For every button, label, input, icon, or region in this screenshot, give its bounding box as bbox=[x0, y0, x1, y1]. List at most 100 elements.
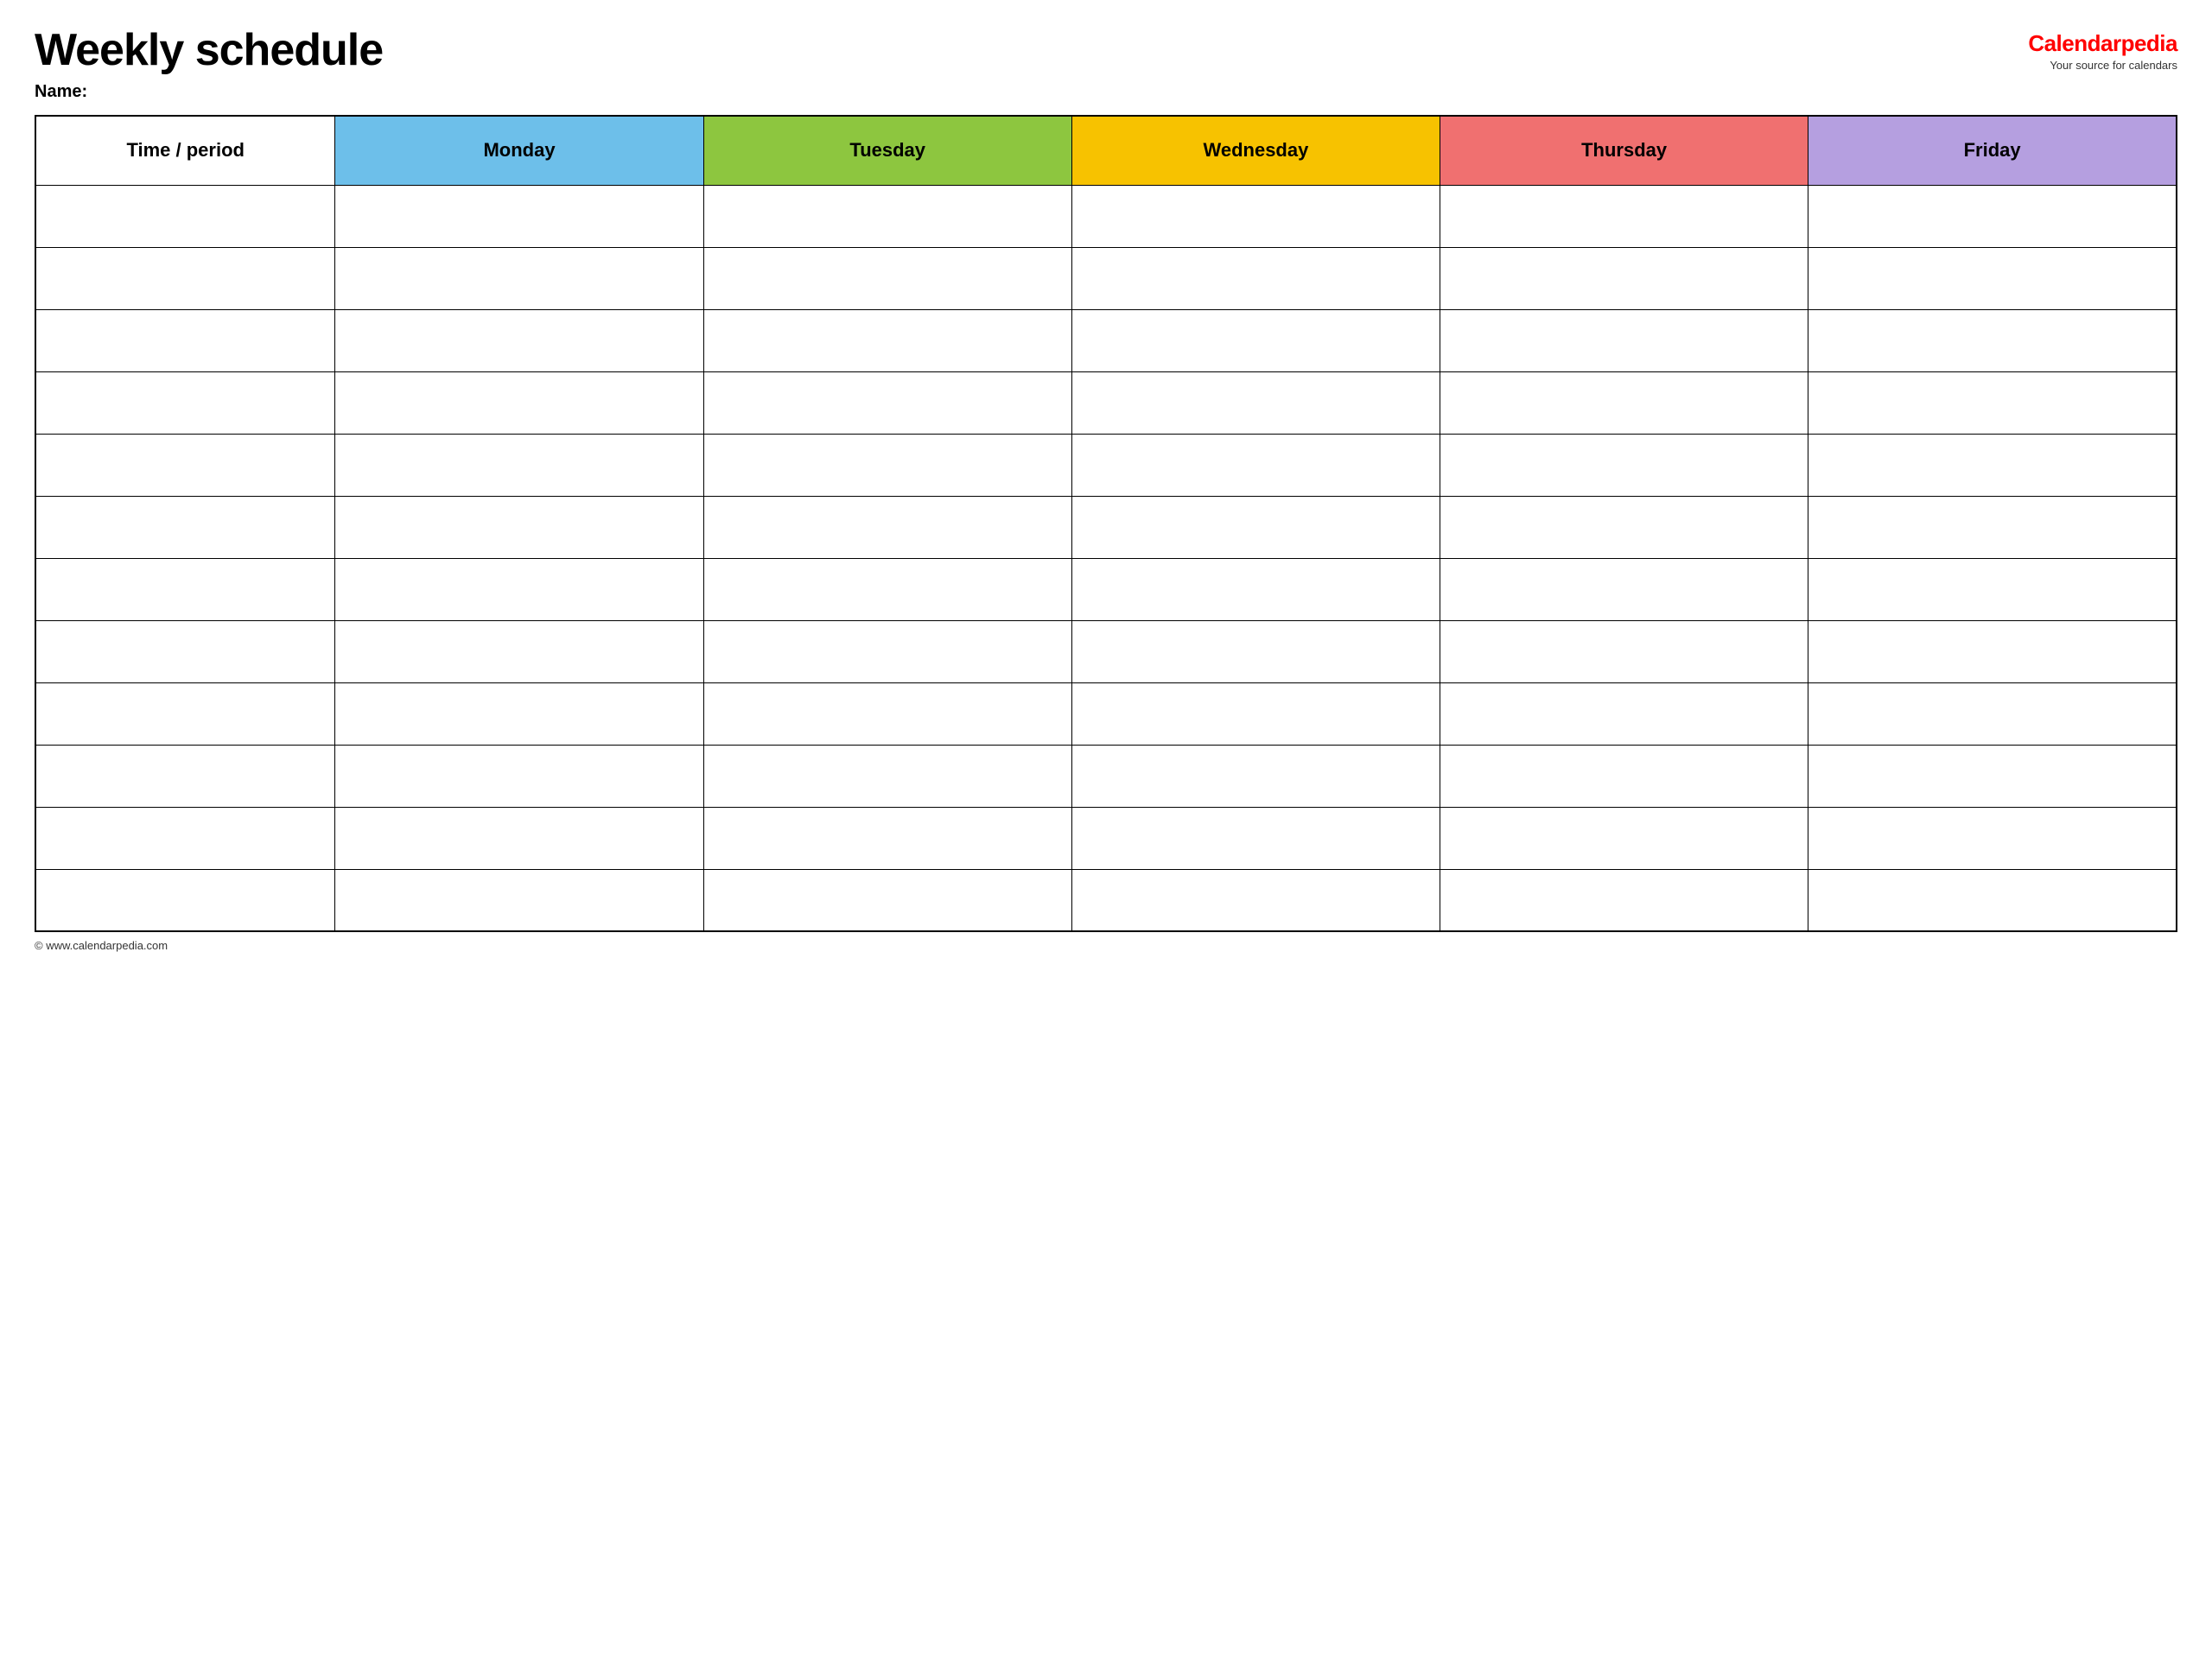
table-cell[interactable] bbox=[35, 434, 335, 496]
logo-text: Calendarpedia bbox=[2028, 30, 2177, 57]
table-cell[interactable] bbox=[703, 371, 1071, 434]
logo-section: Calendarpedia Your source for calendars bbox=[2028, 26, 2177, 72]
page-title: Weekly schedule bbox=[35, 26, 383, 75]
logo-black-text: Calendar bbox=[2028, 30, 2120, 56]
name-label: Name: bbox=[35, 82, 383, 102]
logo-red-text: pedia bbox=[2121, 30, 2177, 56]
table-row bbox=[35, 682, 2177, 745]
table-cell[interactable] bbox=[703, 247, 1071, 309]
table-cell[interactable] bbox=[1071, 745, 1440, 807]
table-cell[interactable] bbox=[335, 682, 703, 745]
table-cell[interactable] bbox=[335, 247, 703, 309]
table-cell[interactable] bbox=[1440, 745, 1808, 807]
table-cell[interactable] bbox=[1071, 682, 1440, 745]
table-cell[interactable] bbox=[703, 682, 1071, 745]
table-row bbox=[35, 371, 2177, 434]
header-wednesday: Wednesday bbox=[1071, 116, 1440, 185]
table-cell[interactable] bbox=[1808, 185, 2177, 247]
table-cell[interactable] bbox=[335, 869, 703, 931]
table-cell[interactable] bbox=[1808, 869, 2177, 931]
table-cell[interactable] bbox=[1071, 620, 1440, 682]
table-cell[interactable] bbox=[1440, 496, 1808, 558]
table-cell[interactable] bbox=[1440, 185, 1808, 247]
table-cell[interactable] bbox=[1440, 558, 1808, 620]
table-row bbox=[35, 434, 2177, 496]
table-row bbox=[35, 496, 2177, 558]
table-cell[interactable] bbox=[1808, 620, 2177, 682]
table-cell[interactable] bbox=[1808, 807, 2177, 869]
table-cell[interactable] bbox=[335, 558, 703, 620]
table-cell[interactable] bbox=[1071, 807, 1440, 869]
table-cell[interactable] bbox=[1071, 185, 1440, 247]
table-cell[interactable] bbox=[35, 807, 335, 869]
title-section: Weekly schedule Name: bbox=[35, 26, 383, 102]
table-cell[interactable] bbox=[35, 185, 335, 247]
table-cell[interactable] bbox=[1440, 247, 1808, 309]
table-cell[interactable] bbox=[1071, 247, 1440, 309]
table-cell[interactable] bbox=[335, 185, 703, 247]
table-row bbox=[35, 309, 2177, 371]
header-monday: Monday bbox=[335, 116, 703, 185]
table-cell[interactable] bbox=[1808, 558, 2177, 620]
table-cell[interactable] bbox=[1440, 434, 1808, 496]
page-header: Weekly schedule Name: Calendarpedia Your… bbox=[35, 26, 2177, 102]
table-cell[interactable] bbox=[1808, 496, 2177, 558]
header-friday: Friday bbox=[1808, 116, 2177, 185]
table-cell[interactable] bbox=[1440, 309, 1808, 371]
table-cell[interactable] bbox=[703, 807, 1071, 869]
table-cell[interactable] bbox=[1808, 371, 2177, 434]
table-cell[interactable] bbox=[1071, 309, 1440, 371]
logo-tagline: Your source for calendars bbox=[2050, 59, 2177, 72]
table-cell[interactable] bbox=[35, 558, 335, 620]
table-cell[interactable] bbox=[703, 496, 1071, 558]
table-cell[interactable] bbox=[703, 620, 1071, 682]
footer: © www.calendarpedia.com bbox=[35, 939, 2177, 952]
table-cell[interactable] bbox=[335, 745, 703, 807]
table-cell[interactable] bbox=[1071, 434, 1440, 496]
table-cell[interactable] bbox=[1071, 371, 1440, 434]
table-cell[interactable] bbox=[335, 309, 703, 371]
table-cell[interactable] bbox=[35, 620, 335, 682]
table-cell[interactable] bbox=[1071, 869, 1440, 931]
table-cell[interactable] bbox=[335, 496, 703, 558]
table-cell[interactable] bbox=[703, 869, 1071, 931]
table-cell[interactable] bbox=[35, 371, 335, 434]
header-row: Time / period Monday Tuesday Wednesday T… bbox=[35, 116, 2177, 185]
schedule-table: Time / period Monday Tuesday Wednesday T… bbox=[35, 115, 2177, 932]
copyright-text: © www.calendarpedia.com bbox=[35, 939, 168, 952]
table-cell[interactable] bbox=[1440, 869, 1808, 931]
table-cell[interactable] bbox=[703, 309, 1071, 371]
table-row bbox=[35, 869, 2177, 931]
table-cell[interactable] bbox=[1808, 682, 2177, 745]
table-cell[interactable] bbox=[335, 807, 703, 869]
table-cell[interactable] bbox=[703, 185, 1071, 247]
table-cell[interactable] bbox=[1440, 682, 1808, 745]
table-cell[interactable] bbox=[1071, 496, 1440, 558]
table-cell[interactable] bbox=[35, 496, 335, 558]
table-cell[interactable] bbox=[703, 745, 1071, 807]
header-thursday: Thursday bbox=[1440, 116, 1808, 185]
schedule-body bbox=[35, 185, 2177, 931]
table-cell[interactable] bbox=[1440, 620, 1808, 682]
table-cell[interactable] bbox=[1808, 434, 2177, 496]
table-cell[interactable] bbox=[1808, 309, 2177, 371]
table-cell[interactable] bbox=[703, 434, 1071, 496]
table-cell[interactable] bbox=[35, 682, 335, 745]
table-cell[interactable] bbox=[35, 745, 335, 807]
table-cell[interactable] bbox=[703, 558, 1071, 620]
table-row bbox=[35, 807, 2177, 869]
table-cell[interactable] bbox=[35, 309, 335, 371]
header-tuesday: Tuesday bbox=[703, 116, 1071, 185]
table-cell[interactable] bbox=[1808, 247, 2177, 309]
table-cell[interactable] bbox=[335, 371, 703, 434]
table-cell[interactable] bbox=[1071, 558, 1440, 620]
table-row bbox=[35, 247, 2177, 309]
table-cell[interactable] bbox=[1440, 371, 1808, 434]
table-cell[interactable] bbox=[35, 247, 335, 309]
table-cell[interactable] bbox=[1440, 807, 1808, 869]
table-cell[interactable] bbox=[1808, 745, 2177, 807]
table-row bbox=[35, 620, 2177, 682]
table-cell[interactable] bbox=[335, 434, 703, 496]
table-cell[interactable] bbox=[35, 869, 335, 931]
table-cell[interactable] bbox=[335, 620, 703, 682]
